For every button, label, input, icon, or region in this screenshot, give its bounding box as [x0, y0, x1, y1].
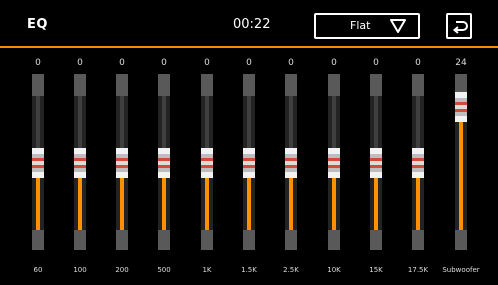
band-frequency-label: 100 [73, 266, 87, 274]
slider-thumb[interactable] [243, 148, 255, 178]
eq-band-200[interactable]: 0 200 [108, 58, 136, 278]
band-frequency-label: 1.5K [241, 266, 257, 274]
header-bar: EQ 00:22 Flat [0, 0, 498, 46]
eq-band-10k[interactable]: 0 10K [320, 58, 348, 278]
slider-fill [162, 178, 166, 230]
eq-slider[interactable] [201, 74, 213, 250]
slider-thumb[interactable] [201, 148, 213, 178]
band-frequency-label: 60 [33, 266, 43, 274]
eq-band-15k[interactable]: 0 15K [362, 58, 390, 278]
slider-top-cap [201, 74, 213, 96]
eq-slider[interactable] [116, 74, 128, 250]
slider-bottom-cap [201, 230, 213, 250]
slider-fill [120, 178, 124, 230]
slider-thumb[interactable] [285, 148, 297, 178]
slider-thumb[interactable] [412, 148, 424, 178]
slider-fill [416, 178, 420, 230]
slider-thumb[interactable] [116, 148, 128, 178]
slider-thumb[interactable] [455, 92, 467, 122]
band-frequency-label: 2.5K [283, 266, 299, 274]
eq-slider[interactable] [32, 74, 44, 250]
eq-slider[interactable] [158, 74, 170, 250]
slider-bottom-cap [370, 230, 382, 250]
slider-thumb[interactable] [32, 148, 44, 178]
eq-band-2-5k[interactable]: 0 2.5K [277, 58, 305, 278]
band-value: 0 [331, 58, 337, 68]
slider-thumb[interactable] [328, 148, 340, 178]
slider-fill [459, 122, 463, 230]
slider-fill [36, 178, 40, 230]
page-title: EQ [27, 17, 48, 32]
band-frequency-label: Subwoofer [442, 266, 480, 274]
slider-fill [332, 178, 336, 230]
slider-thumb[interactable] [158, 148, 170, 178]
eq-band-17-5k[interactable]: 0 17.5K [404, 58, 432, 278]
eq-slider[interactable] [455, 74, 467, 250]
slider-bottom-cap [158, 230, 170, 250]
slider-fill [205, 178, 209, 230]
slider-fill [374, 178, 378, 230]
eq-slider[interactable] [328, 74, 340, 250]
eq-band-500[interactable]: 0 500 [150, 58, 178, 278]
slider-thumb[interactable] [370, 148, 382, 178]
slider-fill [247, 178, 251, 230]
eq-slider[interactable] [74, 74, 86, 250]
band-frequency-label: 17.5K [407, 266, 429, 274]
slider-bottom-cap [243, 230, 255, 250]
band-value: 24 [455, 58, 467, 68]
eq-slider[interactable] [370, 74, 382, 250]
header-divider [0, 46, 498, 48]
band-value: 0 [373, 58, 379, 68]
slider-top-cap [370, 74, 382, 96]
slider-top-cap [158, 74, 170, 96]
slider-top-cap [328, 74, 340, 96]
eq-band-60[interactable]: 0 60 [24, 58, 52, 278]
eq-slider[interactable] [285, 74, 297, 250]
eq-slider[interactable] [412, 74, 424, 250]
band-frequency-label: 10K [327, 266, 341, 274]
band-value: 0 [288, 58, 294, 68]
band-frequency-label: 15K [369, 266, 383, 274]
triangle-down-icon [390, 19, 406, 33]
eq-band-1k[interactable]: 0 1K [193, 58, 221, 278]
slider-top-cap [116, 74, 128, 96]
slider-top-cap [32, 74, 44, 96]
slider-top-cap [243, 74, 255, 96]
eq-band-1-5k[interactable]: 0 1.5K [235, 58, 263, 278]
back-icon [452, 21, 468, 34]
band-frequency-label: 500 [157, 266, 171, 274]
band-value: 0 [204, 58, 210, 68]
preset-dropdown[interactable]: Flat [314, 13, 420, 39]
slider-bottom-cap [116, 230, 128, 250]
slider-top-cap [74, 74, 86, 96]
band-value: 0 [246, 58, 252, 68]
eq-slider[interactable] [243, 74, 255, 250]
slider-bottom-cap [32, 230, 44, 250]
band-value: 0 [161, 58, 167, 68]
slider-bottom-cap [328, 230, 340, 250]
slider-top-cap [285, 74, 297, 96]
band-frequency-label: 1K [202, 266, 212, 274]
band-value: 0 [119, 58, 125, 68]
clock: 00:22 [233, 17, 271, 32]
slider-thumb[interactable] [74, 148, 86, 178]
back-button[interactable] [446, 13, 472, 39]
eq-band-subwoofer[interactable]: 24 Subwoofer [442, 58, 479, 278]
slider-fill [78, 178, 82, 230]
slider-bottom-cap [74, 230, 86, 250]
band-frequency-label: 200 [115, 266, 129, 274]
band-value: 0 [415, 58, 421, 68]
slider-top-cap [412, 74, 424, 96]
slider-bottom-cap [455, 230, 467, 250]
slider-bottom-cap [285, 230, 297, 250]
preset-selected-label: Flat [350, 19, 371, 32]
eq-band-100[interactable]: 0 100 [66, 58, 94, 278]
band-value: 0 [77, 58, 83, 68]
slider-bottom-cap [412, 230, 424, 250]
slider-fill [289, 178, 293, 230]
band-value: 0 [35, 58, 41, 68]
